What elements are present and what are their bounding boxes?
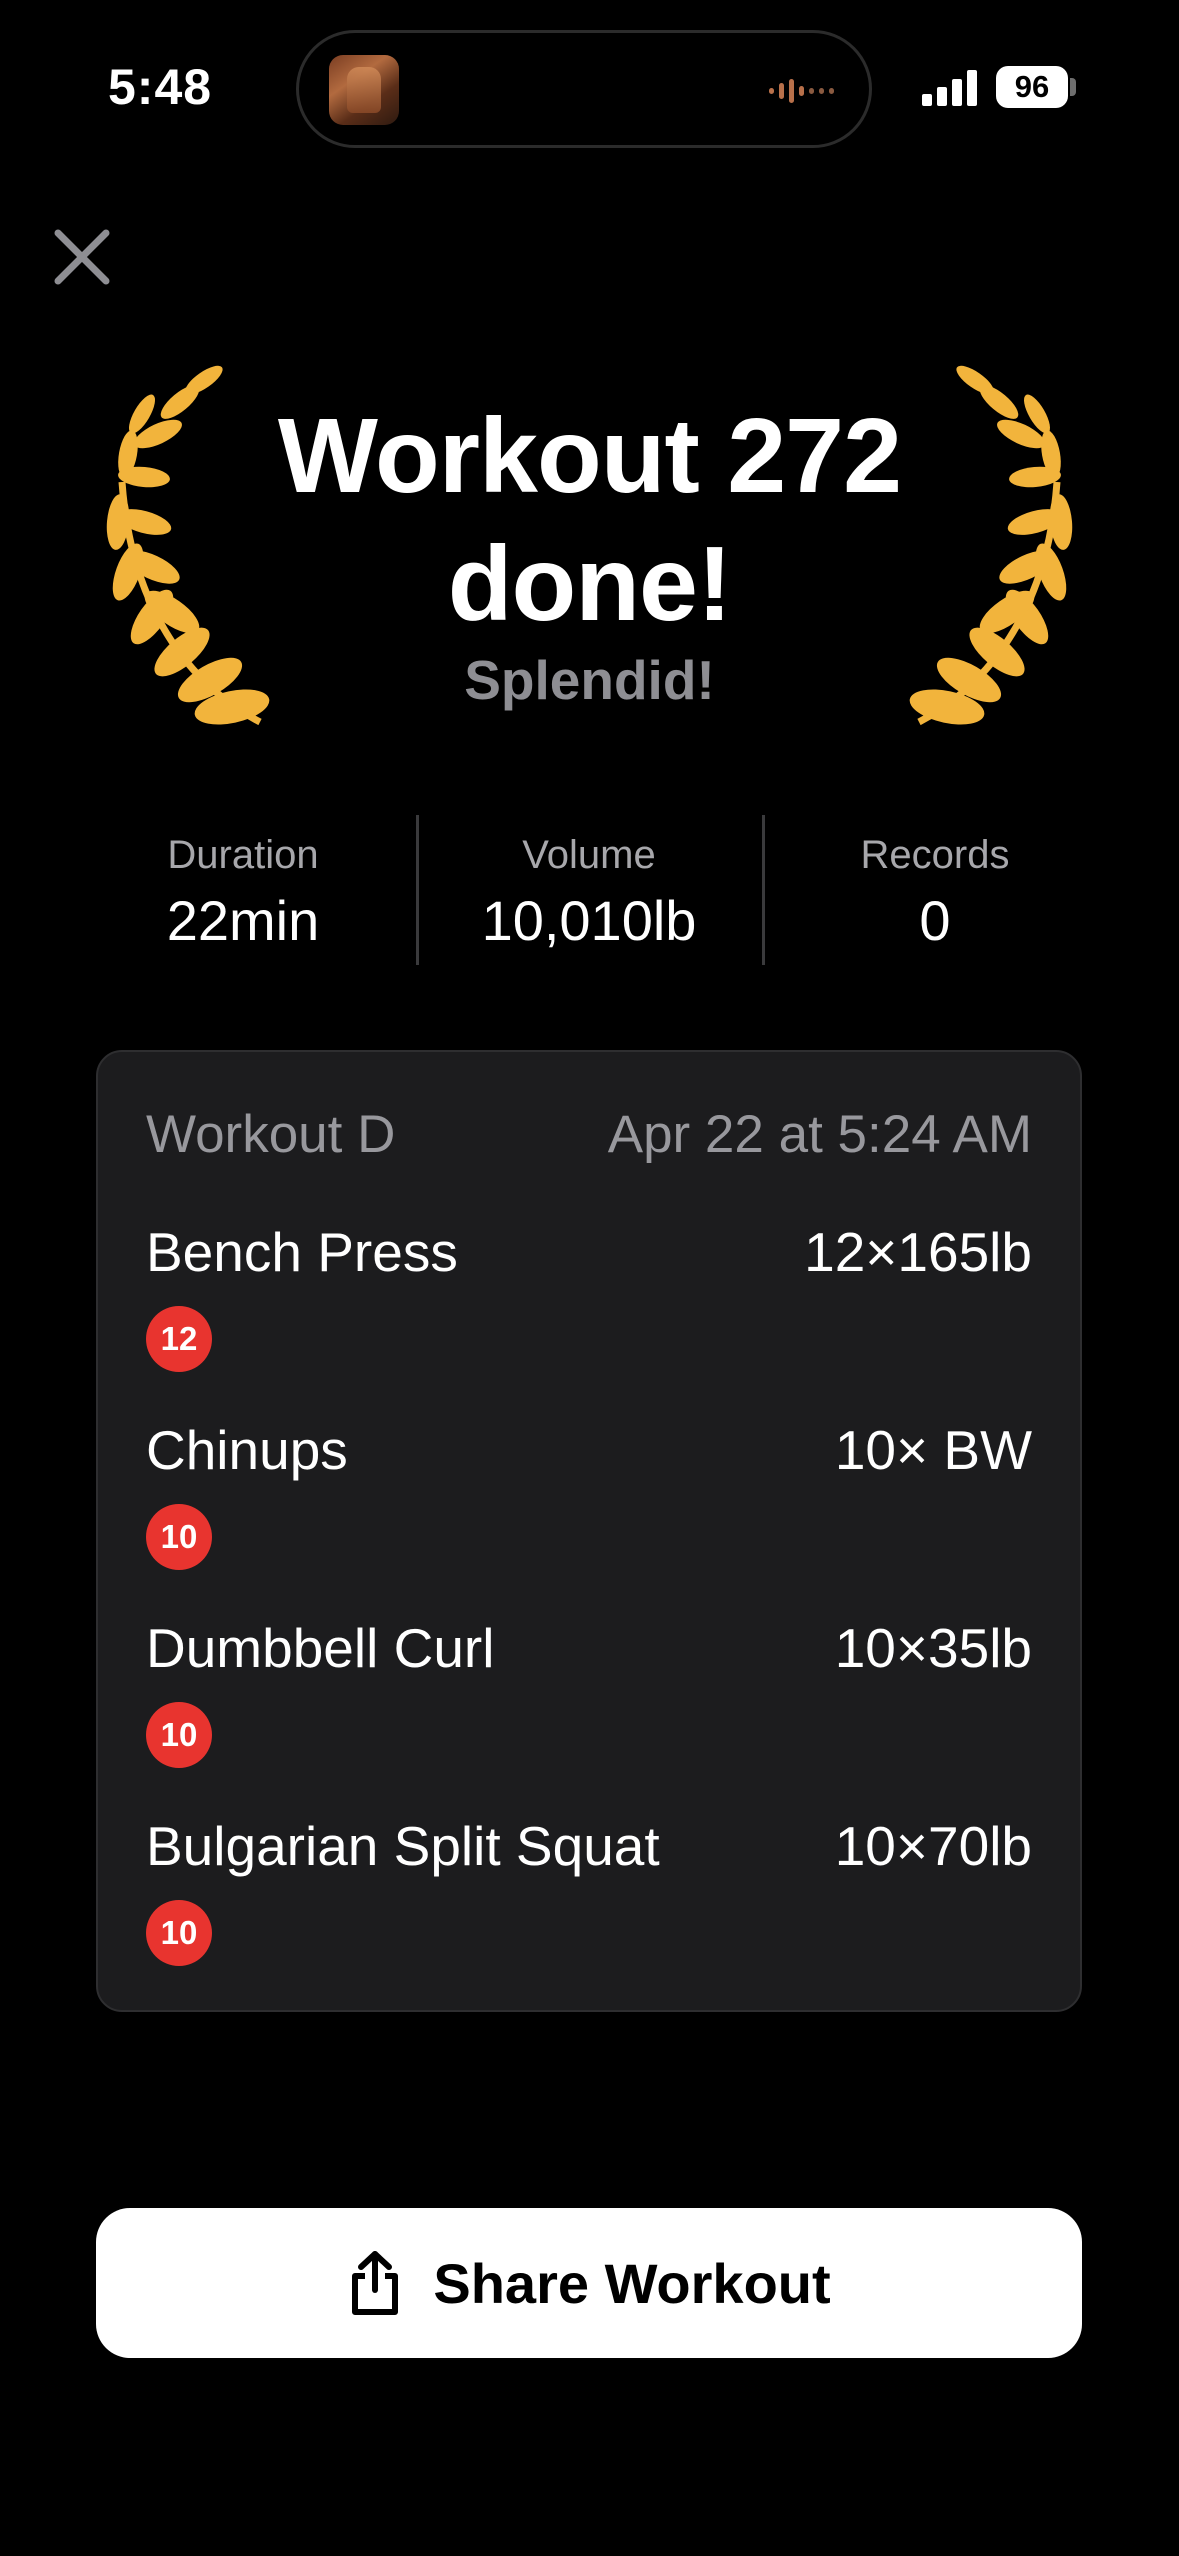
exercise-row: Bench Press 12×165lb 12	[146, 1220, 1032, 1390]
stat-label: Records	[860, 833, 1010, 877]
stat-label: Duration	[167, 833, 319, 877]
workout-stats: Duration 22min Volume 10,010lb Records 0	[70, 815, 1109, 965]
exercise-sets: 10×70lb	[834, 1815, 1032, 1877]
now-playing-artwork[interactable]	[329, 55, 399, 125]
exercise-name: Chinups	[146, 1419, 348, 1481]
status-time: 5:48	[108, 59, 213, 115]
reps-badge: 10	[146, 1702, 212, 1768]
reps-badge: 10	[146, 1504, 212, 1570]
signal-icon	[922, 70, 977, 106]
stat-volume: Volume 10,010lb	[416, 815, 762, 965]
page-subtitle: Splendid!	[464, 649, 715, 711]
status-bar: 5:48 96	[0, 0, 1179, 175]
reps-badge: 10	[146, 1900, 212, 1966]
workout-name: Workout D	[146, 1105, 396, 1164]
exercise-row: Bulgarian Split Squat 10×70lb 10	[146, 1814, 1032, 1984]
battery-icon: 96	[996, 66, 1068, 108]
exercise-row: Chinups 10× BW 10	[146, 1418, 1032, 1588]
share-workout-button[interactable]: Share Workout	[96, 2208, 1082, 2358]
stat-duration: Duration 22min	[70, 815, 416, 965]
exercise-sets: 12×165lb	[804, 1221, 1032, 1283]
workout-complete-screen: 5:48 96 Workout 272 done! Splendid! Dura…	[0, 0, 1179, 2556]
share-icon	[352, 2251, 399, 2315]
stat-value: 10,010lb	[481, 889, 697, 952]
exercise-name: Bench Press	[146, 1221, 458, 1283]
exercise-name: Bulgarian Split Squat	[146, 1815, 660, 1877]
stat-label: Volume	[522, 833, 656, 877]
stat-value: 22min	[166, 889, 320, 952]
workout-summary-card: Workout D Apr 22 at 5:24 AM Bench Press …	[96, 1050, 1082, 2012]
exercise-name: Dumbbell Curl	[146, 1617, 495, 1679]
workout-date: Apr 22 at 5:24 AM	[607, 1105, 1032, 1164]
reps-badge: 12	[146, 1306, 212, 1372]
close-icon[interactable]	[50, 225, 114, 289]
battery-tip	[1070, 78, 1076, 96]
exercise-sets: 10× BW	[834, 1419, 1032, 1481]
exercise-sets: 10×35lb	[834, 1617, 1032, 1679]
share-button-label: Share Workout	[433, 2251, 831, 2315]
page-title: Workout 272 done!	[277, 397, 902, 643]
audio-wave-icon	[769, 79, 834, 103]
card-header: Workout D Apr 22 at 5:24 AM	[146, 1104, 1032, 1174]
exercise-row: Dumbbell Curl 10×35lb 10	[146, 1616, 1032, 1786]
stat-value: 0	[919, 889, 951, 952]
dynamic-island[interactable]	[296, 30, 872, 148]
stat-records: Records 0	[762, 815, 1108, 965]
